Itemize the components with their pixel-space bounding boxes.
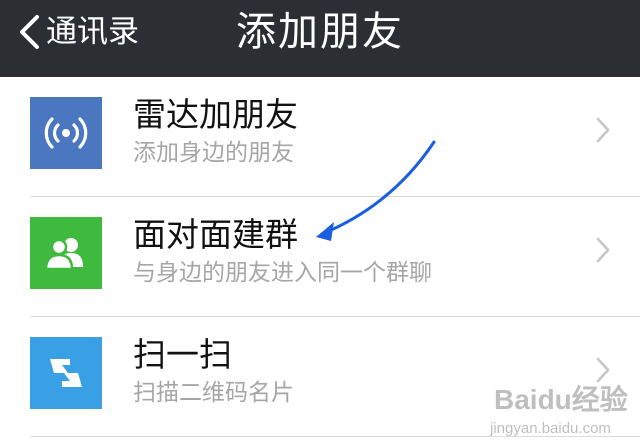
group-people-icon	[30, 217, 102, 289]
radar-icon	[30, 97, 102, 169]
page-title: 添加朋友	[236, 9, 404, 55]
list-item-face-to-face-group[interactable]: 面对面建群 与身边的朋友进入同一个群聊	[0, 197, 640, 317]
chevron-right-icon	[596, 117, 610, 147]
watermark-url: jingyan.baidu.com	[490, 420, 611, 437]
item-subtitle: 与身边的朋友进入同一个群聊	[133, 260, 432, 286]
item-title: 扫一扫	[133, 335, 232, 374]
item-title: 雷达加朋友	[133, 95, 298, 134]
watermark: Baidu经验 jingyan.baidu.com	[488, 378, 633, 440]
list-item-radar[interactable]: 雷达加朋友 添加身边的朋友	[0, 77, 640, 197]
watermark-logo: Baidu经验	[494, 384, 628, 415]
item-subtitle: 扫描二维码名片	[133, 380, 294, 406]
item-subtitle: 添加身边的朋友	[133, 140, 294, 166]
scan-icon	[30, 337, 102, 409]
title-bar: 通讯录 添加朋友	[0, 0, 640, 77]
item-title: 面对面建群	[133, 215, 298, 254]
chevron-right-icon	[596, 237, 610, 267]
